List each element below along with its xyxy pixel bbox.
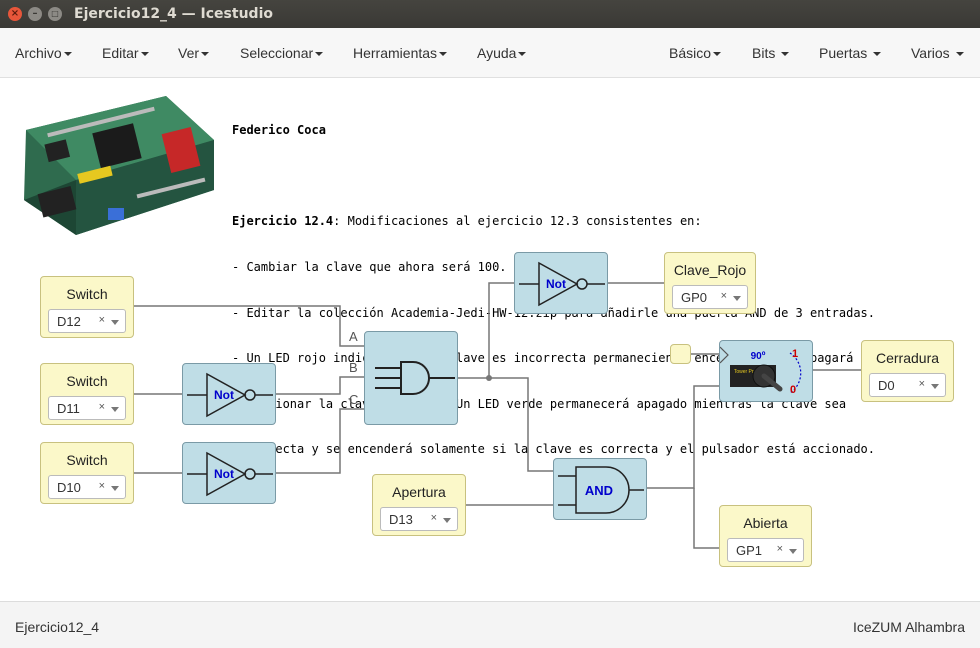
- menu-editar[interactable]: Editar: [102, 45, 149, 61]
- menu-bar: Archivo Editar Ver Seleccionar Herramien…: [0, 28, 980, 78]
- and-gate-icon: [375, 361, 455, 395]
- clear-icon[interactable]: ×: [431, 512, 437, 524]
- wire-and3-not-top: [458, 282, 514, 379]
- menu-ayuda[interactable]: Ayuda: [477, 45, 527, 61]
- not-label: Not: [214, 388, 234, 402]
- input-apertura[interactable]: Apertura D13 ×: [372, 474, 466, 536]
- not-gate-1[interactable]: Not: [182, 363, 276, 425]
- chevron-down-icon[interactable]: [111, 486, 119, 491]
- design-canvas[interactable]: Federico Coca Ejercicio 12.4: Modificaci…: [0, 78, 980, 601]
- and2-gate[interactable]: AND: [553, 458, 647, 520]
- and3-pin-c: C: [349, 392, 359, 407]
- window-titlebar: × – □ Ejercicio12_4 — Icestudio: [0, 0, 980, 28]
- svg-text:1: 1: [792, 348, 798, 360]
- status-bar: Ejercicio12_4 IceZUM Alhambra: [0, 601, 980, 648]
- menu-varios[interactable]: Varios: [911, 45, 964, 61]
- clear-icon[interactable]: ×: [99, 314, 105, 326]
- chevron-down-icon[interactable]: [111, 320, 119, 325]
- menu-ver[interactable]: Ver: [178, 45, 210, 61]
- and-gate-icon: AND: [558, 466, 644, 514]
- menu-herramientas[interactable]: Herramientas: [353, 45, 448, 61]
- wire-and3-and2: [489, 377, 553, 472]
- pin-select[interactable]: GP1 ×: [727, 538, 804, 562]
- menu-puertas[interactable]: Puertas: [819, 45, 882, 61]
- servo-block[interactable]: 90º Tower Pro SG-90 1 0: [719, 340, 813, 402]
- wire-and2-abierta: [693, 488, 719, 549]
- not-gate-2[interactable]: Not: [182, 442, 276, 504]
- input-label: Switch: [66, 286, 108, 302]
- close-window-button[interactable]: ×: [8, 7, 22, 21]
- clear-icon[interactable]: ×: [777, 543, 783, 555]
- wires-layer: [133, 282, 861, 549]
- servo-icon: 90º Tower Pro SG-90 1 0: [719, 346, 802, 396]
- output-abierta[interactable]: Abierta GP1 ×: [719, 505, 812, 567]
- output-label: Cerradura: [875, 350, 940, 366]
- window-title: Ejercicio12_4 — Icestudio: [74, 6, 273, 22]
- wire-switch1-and3: [133, 305, 364, 347]
- input-switch-3[interactable]: Switch D10 ×: [40, 442, 134, 504]
- clear-icon[interactable]: ×: [99, 401, 105, 413]
- menu-basico[interactable]: Básico: [669, 45, 722, 61]
- not-gate-icon: Not: [187, 451, 273, 497]
- not-gate-icon: Not: [187, 372, 273, 418]
- pin-select[interactable]: D13 ×: [380, 507, 458, 531]
- wire-not-and3-c: [276, 408, 364, 474]
- and3-pin-a: A: [349, 329, 358, 344]
- output-cerradura[interactable]: Cerradura D0 ×: [861, 340, 954, 402]
- chevron-down-icon[interactable]: [733, 296, 741, 301]
- and-label: AND: [585, 483, 613, 498]
- pin-select[interactable]: D0 ×: [869, 373, 946, 397]
- not-label: Not: [214, 467, 234, 481]
- output-label: Abierta: [743, 515, 788, 531]
- input-switch-1[interactable]: Switch D12 ×: [40, 276, 134, 338]
- chevron-down-icon[interactable]: [789, 549, 797, 554]
- status-board-name[interactable]: IceZUM Alhambra: [853, 619, 965, 635]
- constant-input[interactable]: [670, 344, 691, 364]
- input-label: Switch: [66, 452, 108, 468]
- clear-icon[interactable]: ×: [99, 480, 105, 492]
- svg-text:0: 0: [790, 384, 796, 396]
- status-project-name: Ejercicio12_4: [15, 619, 100, 635]
- input-label: Switch: [66, 373, 108, 389]
- output-label: Clave_Rojo: [673, 262, 747, 278]
- clear-icon[interactable]: ×: [721, 290, 727, 302]
- chevron-down-icon[interactable]: [443, 518, 451, 523]
- svg-text:90º: 90º: [751, 351, 766, 362]
- menu-archivo[interactable]: Archivo: [15, 45, 72, 61]
- not-label: Not: [546, 277, 566, 291]
- input-switch-2[interactable]: Switch D11 ×: [40, 363, 134, 425]
- menu-seleccionar[interactable]: Seleccionar: [240, 45, 324, 61]
- output-clave-rojo[interactable]: Clave_Rojo GP0 ×: [664, 252, 756, 314]
- pin-select[interactable]: D11 ×: [48, 396, 126, 420]
- pin-select[interactable]: D12 ×: [48, 309, 126, 333]
- and3-pin-b: B: [349, 360, 358, 375]
- menu-bits[interactable]: Bits: [752, 45, 790, 61]
- wire-junction: [486, 375, 492, 381]
- not-gate-3[interactable]: Not: [514, 252, 608, 314]
- chevron-down-icon[interactable]: [111, 407, 119, 412]
- pin-select[interactable]: D10 ×: [48, 475, 126, 499]
- chevron-down-icon[interactable]: [931, 384, 939, 389]
- wire-and2-servo: [647, 385, 719, 489]
- clear-icon[interactable]: ×: [919, 378, 925, 390]
- input-label: Apertura: [392, 484, 446, 500]
- not-gate-icon: Not: [519, 261, 605, 307]
- maximize-window-button[interactable]: □: [48, 7, 62, 21]
- pin-select[interactable]: GP0 ×: [672, 285, 748, 309]
- minimize-window-button[interactable]: –: [28, 7, 42, 21]
- and3-gate[interactable]: [364, 331, 458, 425]
